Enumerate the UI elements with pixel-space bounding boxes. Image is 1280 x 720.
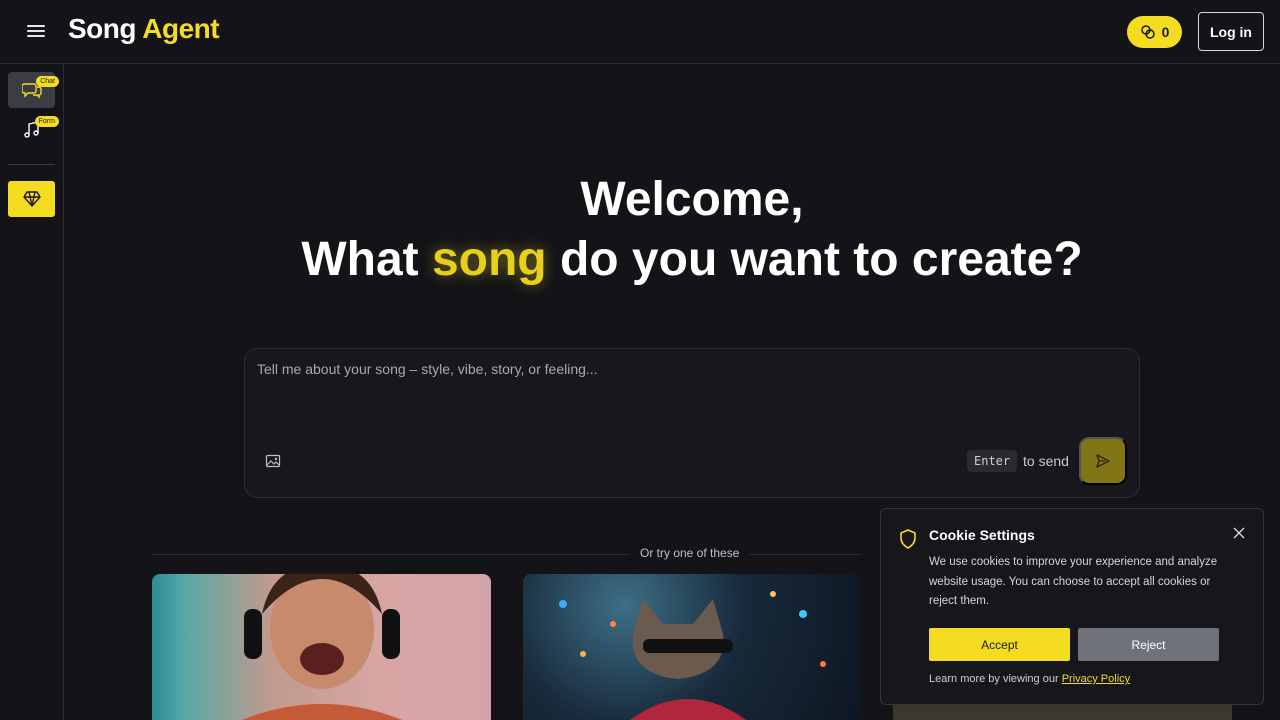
credits-count: 0	[1161, 24, 1170, 40]
hero-heading: Welcome, What song do you want to create…	[64, 170, 1280, 290]
form-badge: Form	[34, 116, 59, 127]
sidebar-item-chat[interactable]: Chat	[8, 72, 59, 108]
example-image-2	[559, 591, 826, 720]
hero-text-before: What	[301, 233, 432, 286]
cookie-title: Cookie Settings	[929, 527, 1035, 543]
hero-text-after: do you want to create?	[546, 233, 1083, 286]
example-image-1	[241, 574, 403, 720]
diamond-icon	[22, 191, 41, 207]
send-icon	[1096, 454, 1110, 468]
credits-badge[interactable]: 0	[1127, 16, 1182, 48]
example-card-laughing-person[interactable]	[152, 574, 491, 720]
cookie-description: We use cookies to improve your experienc…	[929, 556, 1218, 607]
example-card-dj-cat[interactable]	[523, 574, 861, 720]
song-prompt-input[interactable]	[257, 361, 1117, 431]
hero-line-1: Welcome,	[580, 173, 804, 226]
image-upload-icon[interactable]	[265, 453, 281, 469]
logo-text-song: Song	[68, 13, 137, 44]
enter-key-hint: Enter	[967, 450, 1018, 472]
accept-cookies-button[interactable]: Accept	[929, 628, 1070, 661]
shield-icon	[900, 529, 916, 549]
login-button[interactable]: Log in	[1198, 12, 1264, 51]
close-icon[interactable]	[1231, 525, 1247, 541]
logo-text-agent: Agent	[142, 13, 220, 44]
cookie-banner: Cookie Settings We use cookies to improv…	[880, 508, 1264, 705]
app-logo[interactable]: Song Agent	[68, 13, 220, 45]
sidebar-item-form[interactable]: Form	[8, 112, 59, 148]
cookie-footer-text: Learn more by viewing our	[929, 673, 1062, 685]
cookie-footer: Learn more by viewing our Privacy Policy	[929, 673, 1130, 685]
prompt-box: Enter to send	[244, 348, 1140, 498]
send-button[interactable]	[1079, 437, 1127, 485]
chat-badge: Chat	[36, 76, 59, 87]
hero-line-2: What song do you want to create?	[64, 230, 1280, 290]
enter-hint-text: to send	[1023, 453, 1069, 469]
reject-cookies-button[interactable]: Reject	[1078, 628, 1219, 661]
menu-icon[interactable]	[24, 22, 48, 42]
examples-divider	[152, 554, 862, 555]
coins-icon	[1140, 25, 1155, 39]
premium-button[interactable]	[8, 181, 55, 217]
hero-highlight: song	[431, 233, 547, 286]
sidebar-divider	[8, 164, 55, 165]
privacy-policy-link[interactable]: Privacy Policy	[1062, 673, 1130, 685]
examples-label: Or try one of these	[630, 546, 750, 560]
sidebar: Chat Form	[0, 64, 64, 720]
top-header: Song Agent 0 Log in	[0, 0, 1280, 64]
